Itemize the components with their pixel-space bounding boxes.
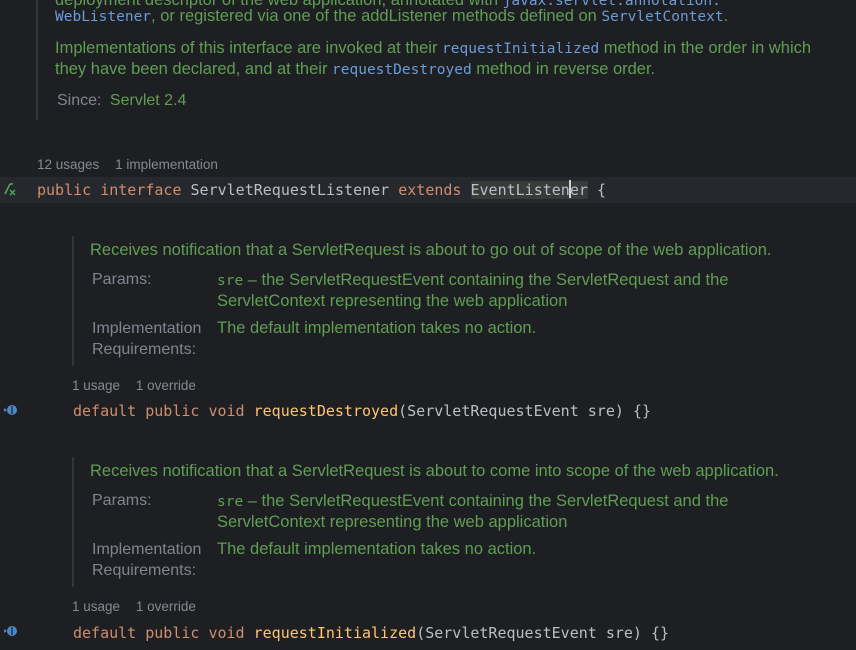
doc-text: method in the order in which	[599, 39, 812, 57]
keyword-extends: extends	[398, 181, 462, 199]
usages-hint[interactable]: 12 usages	[37, 157, 99, 172]
since-label: Since:	[57, 92, 102, 109]
overrides-hint[interactable]: 1 override	[136, 599, 196, 614]
implemented-lambda-icon[interactable]	[1, 181, 19, 197]
doc-code-link[interactable]: requestInitialized	[442, 41, 599, 57]
method1-params-label: Params:	[92, 271, 152, 288]
keyword-default: default	[73, 624, 137, 642]
overridden-method-icon[interactable]	[1, 623, 19, 639]
interface-inlay-hints: 12 usages 1 implementation	[37, 157, 230, 172]
method-name[interactable]: requestInitialized	[254, 624, 417, 642]
doc-text: , or registered via one of the addListen…	[151, 7, 602, 25]
parent-type-part: er	[569, 181, 588, 199]
method-signature: (ServletRequestEvent sre) {}	[416, 624, 670, 642]
parent-type-part: EventListen	[470, 181, 570, 199]
param-desc: – the ServletRequestEvent containing the…	[243, 492, 729, 510]
doc-code-link[interactable]: WebListener	[55, 9, 151, 25]
method1-doc-summary: Receives notification that a ServletRequ…	[90, 241, 772, 259]
method1-param-line1: sre – the ServletRequestEvent containing…	[217, 270, 728, 292]
method1-impl-label1: Implementation	[92, 320, 202, 337]
method1-param-line2: ServletContext representing the web appl…	[217, 292, 568, 310]
doc-comment-bar	[72, 236, 74, 366]
keyword-public: public	[145, 624, 200, 642]
doc-code-link[interactable]: requestDestroyed	[332, 62, 472, 78]
method1-inlay-hints: 1 usage 1 override	[72, 378, 208, 393]
keyword-default: default	[73, 402, 137, 420]
code-editor[interactable]: deployment descriptor of the web applica…	[0, 0, 856, 650]
doc-text: they have been declared, and at their	[55, 60, 333, 78]
doc-line-1: WebListener, or registered via one of th…	[55, 6, 728, 28]
since-value: Servlet 2.4	[109, 92, 187, 109]
method2-impl-label2: Requirements:	[92, 562, 197, 579]
overridden-method-icon[interactable]	[1, 402, 19, 418]
param-name: sre	[217, 494, 244, 510]
doc-text: .	[723, 7, 729, 25]
doc-text: method in reverse order.	[471, 60, 656, 78]
keyword-public: public	[37, 181, 92, 199]
since-row: Since: Servlet 2.4	[57, 90, 186, 111]
open-brace: {	[596, 181, 606, 199]
param-name: sre	[217, 273, 244, 289]
method2-inlay-hints: 1 usage 1 override	[72, 599, 208, 614]
usages-hint[interactable]: 1 usage	[72, 378, 120, 393]
keyword-public: public	[145, 402, 200, 420]
method2-doc-summary: Receives notification that a ServletRequ…	[90, 462, 779, 480]
keyword-void: void	[208, 402, 245, 420]
method2-impl-value: The default implementation takes no acti…	[217, 540, 537, 558]
method-name[interactable]: requestDestroyed	[254, 402, 399, 420]
method2-impl-label1: Implementation	[92, 541, 202, 558]
keyword-void: void	[208, 624, 245, 642]
method2-params-label: Params:	[92, 492, 152, 509]
method1-impl-value: The default implementation takes no acti…	[217, 319, 537, 337]
method2-param-line1: sre – the ServletRequestEvent containing…	[217, 491, 728, 513]
overrides-hint[interactable]: 1 override	[136, 378, 196, 393]
keyword-interface: interface	[100, 181, 182, 199]
interface-name[interactable]: ServletRequestListener	[191, 181, 390, 199]
doc-line-3: they have been declared, and at their re…	[55, 59, 655, 81]
parent-type[interactable]: EventListener	[470, 180, 588, 199]
doc-line-2: Implementations of this interface are in…	[55, 38, 811, 60]
method-signature: (ServletRequestEvent sre) {}	[398, 402, 651, 420]
usages-hint[interactable]: 1 usage	[72, 599, 120, 614]
doc-code-link[interactable]: ServletContext	[601, 9, 723, 25]
method1-impl-label2: Requirements:	[92, 341, 197, 358]
param-desc: – the ServletRequestEvent containing the…	[243, 271, 729, 289]
doc-comment-bar	[72, 457, 74, 587]
method2-declaration[interactable]: default public void requestInitialized(S…	[73, 622, 669, 644]
interface-declaration[interactable]: public interface ServletRequestListener …	[37, 179, 606, 201]
doc-text: Implementations of this interface are in…	[55, 39, 443, 57]
method2-param-line2: ServletContext representing the web appl…	[217, 513, 568, 531]
method1-declaration[interactable]: default public void requestDestroyed(Ser…	[73, 400, 651, 422]
doc-comment-bar	[36, 0, 38, 120]
implementations-hint[interactable]: 1 implementation	[115, 157, 218, 172]
